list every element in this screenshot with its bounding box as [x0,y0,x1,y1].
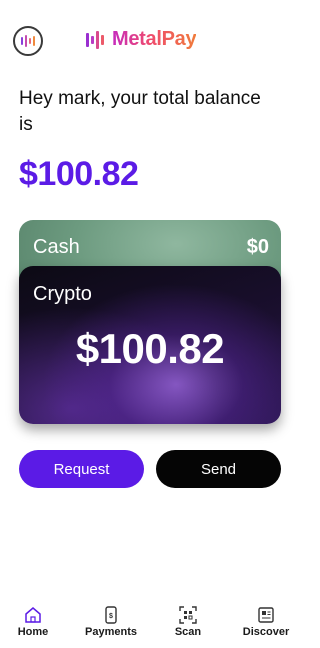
brand-name: MetalPay [112,28,197,50]
tab-discover-label: Discover [242,626,290,638]
brand-logo: MetalPay [86,28,197,51]
tab-discover[interactable]: Discover [239,606,293,638]
svg-text:$: $ [109,613,113,620]
crypto-card-label: Crypto [33,283,92,305]
tab-payments[interactable]: $ Payments [80,606,142,638]
profile-avatar-button[interactable] [13,26,43,56]
tab-scan[interactable]: Scan [170,606,206,638]
app-header: MetalPay [0,22,303,62]
home-icon [25,607,41,623]
crypto-card-amount: $100.82 [75,325,225,372]
bars-logo-icon [86,30,104,49]
greeting-text: Hey mark, your total balance is [19,88,261,135]
total-balance: $100.82 [19,155,139,193]
newspaper-icon [258,607,274,623]
send-button[interactable]: Send [156,450,281,488]
cash-card-amount: $0 [246,236,269,258]
tab-payments-label: Payments [85,626,137,638]
cash-card-label: Cash [33,236,80,258]
tab-home-label: Home [17,626,49,638]
crypto-card[interactable]: Crypto $100.82 [19,266,281,424]
phone-dollar-icon: $ [105,606,117,624]
bottom-tab-bar: Home $ Payments Scan Discover [0,606,303,648]
balance-cards: Cash $0 Crypto $100.82 [19,220,281,425]
qr-scan-icon [179,606,197,624]
tab-scan-label: Scan [174,626,202,638]
tab-home[interactable]: Home [14,606,52,638]
waveform-icon [21,35,35,47]
request-button[interactable]: Request [19,450,144,488]
